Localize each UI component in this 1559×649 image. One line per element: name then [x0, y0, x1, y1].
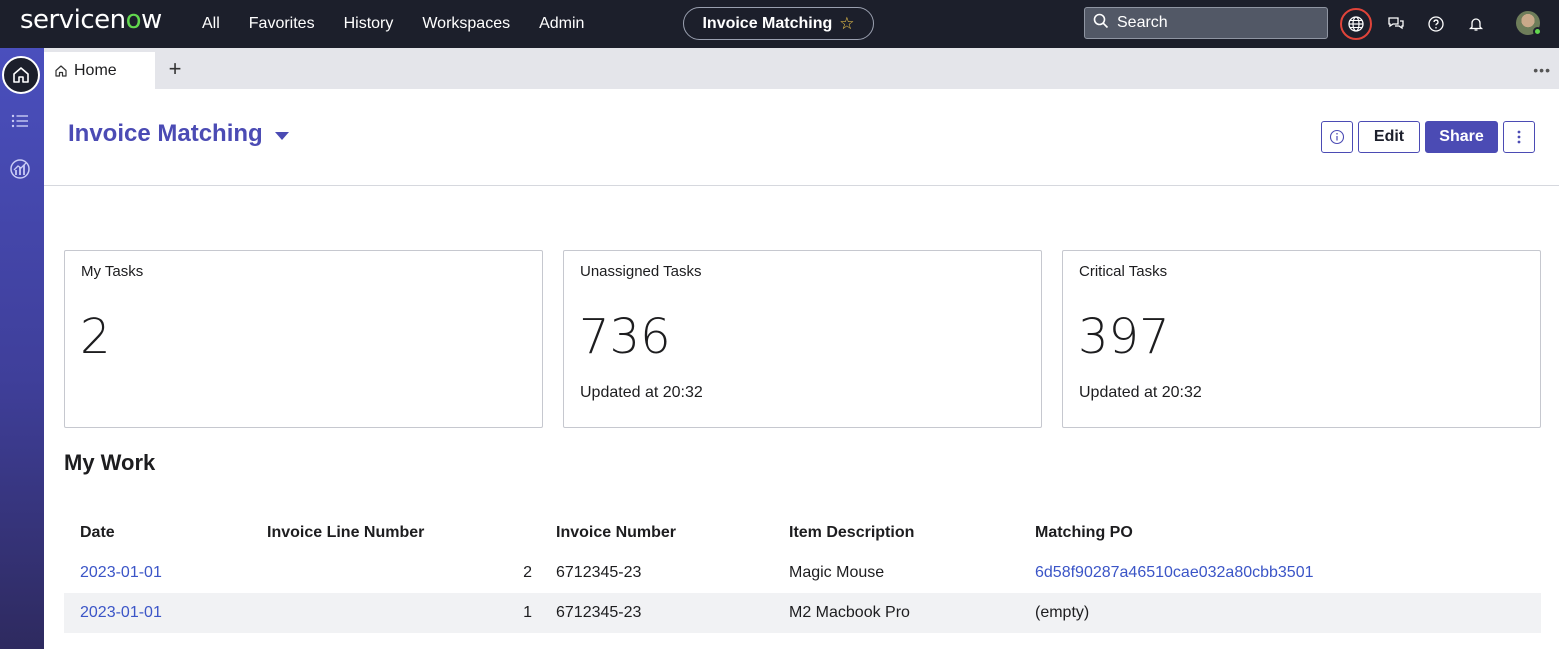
invoice-number-cell: 6712345-23 [556, 593, 789, 633]
search-input[interactable] [1117, 14, 1307, 32]
invoice-line-number-cell: 1 [267, 593, 556, 633]
invoice-line-number-cell: 2 [523, 564, 532, 581]
table-row[interactable]: 2023-01-01 2 6712345-23 Magic Mouse 6d58… [64, 553, 1541, 593]
global-search[interactable] [1084, 7, 1328, 39]
table-row[interactable]: 2023-01-01 1 6712345-23 M2 Macbook Pro (… [64, 593, 1541, 633]
share-button[interactable]: Share [1425, 121, 1498, 153]
matching-po-link[interactable]: 6d58f90287a46510cae032a80cbb3501 [1035, 564, 1314, 581]
workspace-title: Invoice Matching [702, 14, 833, 32]
list-icon[interactable] [8, 109, 32, 133]
date-link[interactable]: 2023-01-01 [80, 604, 162, 621]
tab-home[interactable]: Home [44, 52, 155, 89]
user-avatar[interactable] [1516, 11, 1542, 36]
matching-po-cell: (empty) [1035, 593, 1541, 633]
tab-strip: Home + ••• [44, 48, 1559, 89]
card-value: 736 [579, 309, 671, 365]
card-label: Unassigned Tasks [580, 263, 702, 280]
card-updated: Updated at 20:32 [580, 384, 703, 401]
nav-favorites[interactable]: Favorites [249, 15, 315, 33]
item-description-cell: M2 Macbook Pro [789, 593, 1035, 633]
home-tab-icon [55, 64, 67, 77]
card-value: 2 [80, 309, 111, 365]
more-horizontal-icon[interactable]: ••• [1533, 62, 1551, 78]
servicenow-logo[interactable]: servicenow [20, 5, 162, 35]
search-icon [1093, 13, 1109, 34]
home-icon[interactable] [2, 56, 40, 94]
nav-admin[interactable]: Admin [539, 15, 584, 33]
left-sidebar [0, 48, 44, 649]
card-critical-tasks[interactable]: Critical Tasks 397 Updated at 20:32 [1062, 250, 1541, 428]
column-header-invoice-number[interactable]: Invoice Number [556, 513, 789, 553]
nav-all[interactable]: All [202, 15, 220, 33]
analytics-icon[interactable] [8, 157, 32, 181]
invoice-number-cell: 6712345-23 [556, 564, 642, 581]
workspace-title-pill[interactable]: Invoice Matching ☆ [683, 7, 874, 40]
main-nav: All Favorites History Workspaces Admin [202, 0, 613, 48]
status-dot [1533, 27, 1542, 36]
column-header-item-description[interactable]: Item Description [789, 513, 1035, 553]
chat-icon[interactable] [1384, 12, 1408, 36]
nav-workspaces[interactable]: Workspaces [422, 15, 510, 33]
page-title[interactable]: Invoice Matching [68, 120, 289, 148]
header-divider [44, 185, 1559, 186]
card-label: My Tasks [81, 263, 144, 280]
my-work-table: Date Invoice Line Number Invoice Number … [64, 513, 1541, 633]
top-navigation-bar: servicenow All Favorites History Workspa… [0, 0, 1559, 48]
card-value: 397 [1078, 309, 1170, 365]
bell-icon[interactable] [1464, 12, 1488, 36]
card-label: Critical Tasks [1079, 263, 1168, 280]
info-icon [1329, 129, 1345, 145]
caret-down-icon[interactable] [274, 131, 289, 140]
page-title-text: Invoice Matching [68, 120, 263, 147]
help-icon[interactable] [1424, 12, 1448, 36]
edit-button[interactable]: Edit [1358, 121, 1420, 153]
globe-icon[interactable] [1340, 8, 1372, 40]
table-header-row: Date Invoice Line Number Invoice Number … [64, 513, 1541, 553]
date-link[interactable]: 2023-01-01 [80, 564, 162, 581]
info-button[interactable] [1321, 121, 1353, 153]
column-header-matching-po[interactable]: Matching PO [1035, 513, 1541, 553]
my-work-title: My Work [64, 450, 156, 475]
card-unassigned-tasks[interactable]: Unassigned Tasks 736 Updated at 20:32 [563, 250, 1042, 428]
column-header-date[interactable]: Date [64, 513, 267, 553]
nav-history[interactable]: History [344, 15, 394, 33]
item-description-cell: Magic Mouse [789, 564, 885, 581]
card-updated: Updated at 20:32 [1079, 384, 1202, 401]
tab-home-label: Home [74, 61, 117, 79]
column-header-invoice-line-number[interactable]: Invoice Line Number [267, 513, 556, 553]
star-icon[interactable]: ☆ [839, 14, 854, 34]
more-vertical-icon[interactable] [1503, 121, 1535, 153]
card-my-tasks[interactable]: My Tasks 2 [64, 250, 543, 428]
add-tab-icon[interactable]: + [164, 56, 186, 81]
